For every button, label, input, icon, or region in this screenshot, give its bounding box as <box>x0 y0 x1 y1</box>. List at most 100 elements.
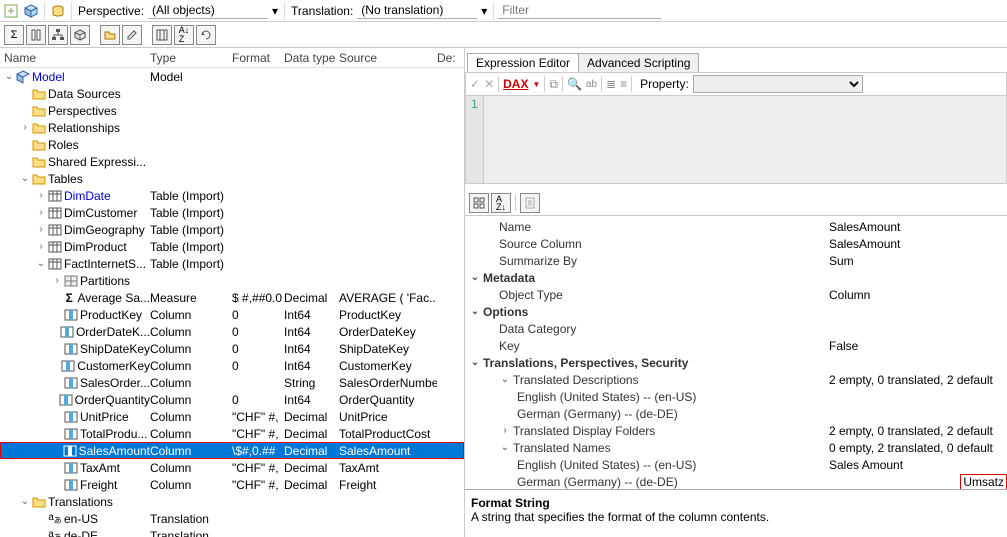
expand-icon[interactable]: › <box>499 425 511 436</box>
tree-row[interactable]: ›Relationships <box>0 119 464 136</box>
tree-row[interactable]: ·CustomerKeyColumn0Int64CustomerKey <box>0 357 464 374</box>
property-row[interactable]: ⌄Metadata <box>465 269 1007 286</box>
property-row[interactable]: ›Translated Display Folders2 empty, 0 tr… <box>465 422 1007 439</box>
expand-icon[interactable]: ⌄ <box>4 71 14 82</box>
columns-view-button[interactable] <box>152 25 172 45</box>
expand-icon[interactable]: ⌄ <box>469 272 481 283</box>
tree-row[interactable]: ·SalesAmountColumn\$#,0.##DecimalSalesAm… <box>0 442 464 459</box>
tree-row[interactable]: ·TaxAmtColumn"CHF" #,DecimalTaxAmt <box>0 459 464 476</box>
expand-icon[interactable]: ⌄ <box>20 496 30 507</box>
expand-icon[interactable]: ⌄ <box>469 306 481 317</box>
expand-icon[interactable]: › <box>36 241 46 252</box>
expand-icon[interactable]: › <box>36 207 46 218</box>
property-row[interactable]: ⌄Options <box>465 303 1007 320</box>
property-value[interactable]: SalesAmount <box>829 220 1007 234</box>
tree-row[interactable]: ›DimProductTable (Import) <box>0 238 464 255</box>
tree-row[interactable]: ·Roles <box>0 136 464 153</box>
property-row[interactable]: German (Germany) -- (de-DE)Umsatz <box>465 473 1007 489</box>
cube-button[interactable] <box>70 25 90 45</box>
tree-row[interactable]: ⌄Tables <box>0 170 464 187</box>
edit-button[interactable] <box>122 25 142 45</box>
tree-row[interactable]: ·ProductKeyColumn0Int64ProductKey <box>0 306 464 323</box>
property-value[interactable]: False <box>829 339 1007 353</box>
property-row[interactable]: Object TypeColumn <box>465 286 1007 303</box>
tab-expression-editor[interactable]: Expression Editor <box>467 53 579 72</box>
tree-row[interactable]: ›DimDateTable (Import) <box>0 187 464 204</box>
filter-input[interactable] <box>498 2 661 19</box>
property-row[interactable]: Source ColumnSalesAmount <box>465 235 1007 252</box>
prop-pages-button[interactable] <box>520 193 540 213</box>
refresh-button[interactable] <box>196 25 216 45</box>
dropdown-icon[interactable]: ▾ <box>270 4 280 18</box>
tree-row[interactable]: ›DimCustomerTable (Import) <box>0 204 464 221</box>
tree-row[interactable]: ⌄Translations <box>0 493 464 510</box>
tree-row[interactable]: ·ShipDateKeyColumn0Int64ShipDateKey <box>0 340 464 357</box>
tree-row[interactable]: ·OrderQuantityColumn0Int64OrderQuantity <box>0 391 464 408</box>
hierarchy-button[interactable] <box>48 25 68 45</box>
property-value[interactable]: Sales Amount <box>829 458 1007 472</box>
expand-icon[interactable]: ⌄ <box>499 442 511 453</box>
property-value[interactable]: 2 empty, 0 translated, 2 default <box>829 424 1007 438</box>
accept-icon[interactable]: ✓ <box>470 77 480 91</box>
nav-back-icon[interactable] <box>2 2 20 20</box>
column-button[interactable] <box>26 25 46 45</box>
tree-row[interactable]: ⌄ModelModel <box>0 68 464 85</box>
tree-row[interactable]: ⌄FactInternetS...Table (Import) <box>0 255 464 272</box>
tree-body[interactable]: ⌄ModelModel·Data Sources·Perspectives›Re… <box>0 68 464 537</box>
tree-row[interactable]: ·aあen-USTranslation <box>0 510 464 527</box>
copy-icon[interactable]: ⧉ <box>549 77 558 92</box>
tree-row[interactable]: ·Data Sources <box>0 85 464 102</box>
property-row[interactable]: ⌄Translated Names0 empty, 2 translated, … <box>465 439 1007 456</box>
cancel-icon[interactable]: ✕ <box>484 77 494 91</box>
property-value[interactable]: 2 empty, 0 translated, 2 default <box>829 373 1007 387</box>
perspective-combo[interactable]: (All objects) <box>148 2 268 19</box>
expand-icon[interactable]: ⌄ <box>20 173 30 184</box>
translation-combo[interactable]: (No translation) <box>357 2 477 19</box>
property-row[interactable]: Summarize BySum <box>465 252 1007 269</box>
tree-row[interactable]: ›DimGeographyTable (Import) <box>0 221 464 238</box>
sort-button[interactable]: A↓Z <box>174 25 194 45</box>
property-row[interactable]: German (Germany) -- (de-DE) <box>465 405 1007 422</box>
cylinder-icon[interactable] <box>49 2 67 20</box>
code-editor[interactable]: 1 <box>465 96 1007 184</box>
tree-row[interactable]: ·SalesOrder...ColumnStringSalesOrderNumb… <box>0 374 464 391</box>
property-row[interactable]: English (United States) -- (en-US) <box>465 388 1007 405</box>
property-value[interactable]: SalesAmount <box>829 237 1007 251</box>
tree-row[interactable]: ·ΣAverage Sa...Measure$ #,##0.0DecimalAV… <box>0 289 464 306</box>
expand-icon[interactable]: › <box>36 190 46 201</box>
outdent-icon[interactable]: ≡ <box>620 77 627 91</box>
tree-row[interactable]: ·OrderDateK...Column0Int64OrderDateKey <box>0 323 464 340</box>
tab-advanced-scripting[interactable]: Advanced Scripting <box>578 53 699 72</box>
tree-row[interactable]: ·UnitPriceColumn"CHF" #,DecimalUnitPrice <box>0 408 464 425</box>
cube-icon[interactable] <box>22 2 40 20</box>
find-icon[interactable]: 🔍 <box>567 77 582 91</box>
property-value[interactable]: Sum <box>829 254 1007 268</box>
expand-icon[interactable]: ⌄ <box>36 258 46 269</box>
replace-icon[interactable]: ab <box>586 79 597 90</box>
property-row[interactable]: ⌄Translations, Perspectives, Security <box>465 354 1007 371</box>
sigma-button[interactable]: Σ <box>4 25 24 45</box>
folder-button[interactable] <box>100 25 120 45</box>
expand-icon[interactable]: › <box>36 224 46 235</box>
property-row[interactable]: NameSalesAmount <box>465 218 1007 235</box>
tree-row[interactable]: ›Partitions <box>0 272 464 289</box>
property-row[interactable]: KeyFalse <box>465 337 1007 354</box>
categorized-button[interactable] <box>469 193 489 213</box>
indent-icon[interactable]: ≣ <box>606 77 616 91</box>
alpha-sort-button[interactable]: AZ↓ <box>491 193 511 213</box>
tree-row[interactable]: ·aあde-DETranslation <box>0 527 464 537</box>
tree-row[interactable]: ·Perspectives <box>0 102 464 119</box>
property-value[interactable]: Column <box>829 288 1007 302</box>
property-combo[interactable] <box>693 75 863 93</box>
dax-label[interactable]: DAX <box>503 77 528 91</box>
property-value[interactable]: Umsatz <box>960 474 1007 490</box>
tree-row[interactable]: ·TotalProdu...Column"CHF" #,DecimalTotal… <box>0 425 464 442</box>
property-row[interactable]: English (United States) -- (en-US)Sales … <box>465 456 1007 473</box>
expand-icon[interactable]: ⌄ <box>499 374 511 385</box>
tree-row[interactable]: ·FreightColumn"CHF" #,DecimalFreight <box>0 476 464 493</box>
property-value[interactable]: 0 empty, 2 translated, 0 default <box>829 441 1007 455</box>
dropdown-icon[interactable]: ▾ <box>479 4 489 18</box>
property-row[interactable]: ⌄Translated Descriptions2 empty, 0 trans… <box>465 371 1007 388</box>
property-row[interactable]: Data Category <box>465 320 1007 337</box>
expand-icon[interactable]: › <box>20 122 30 133</box>
